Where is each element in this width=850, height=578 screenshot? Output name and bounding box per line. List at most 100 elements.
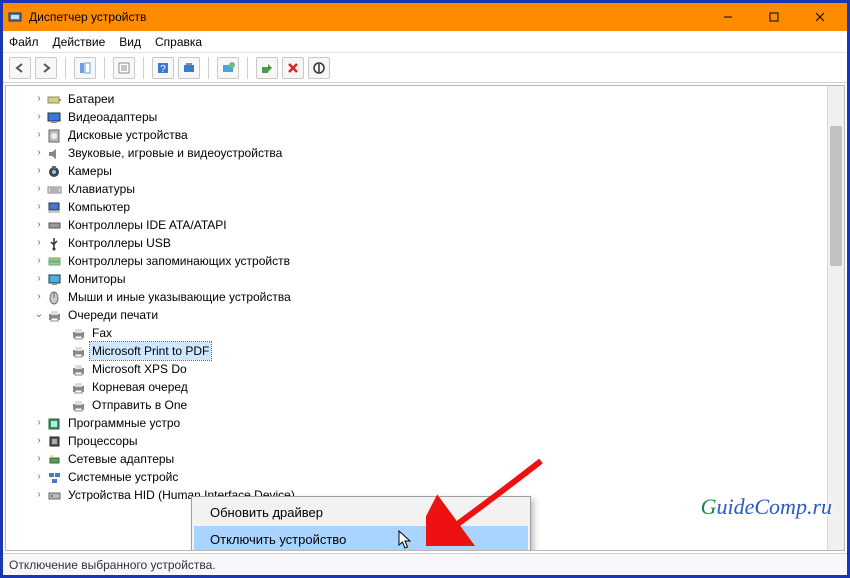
menu-view[interactable]: Вид <box>119 35 141 49</box>
expand-icon[interactable]: › <box>32 144 46 162</box>
tree-node-label: Клавиатуры <box>66 180 137 198</box>
tree-node[interactable]: › Контроллеры запоминающих устройств <box>6 252 827 270</box>
tree-node[interactable]: ›Дисковые устройства <box>6 126 827 144</box>
menu-file[interactable]: Файл <box>9 35 39 49</box>
svg-text:?: ? <box>160 64 166 75</box>
expand-icon[interactable]: › <box>32 216 46 234</box>
enable-button[interactable] <box>256 57 278 79</box>
tree-child-node[interactable]: Корневая очеред <box>6 378 827 396</box>
disable-button[interactable] <box>308 57 330 79</box>
tree-node-label: Мониторы <box>66 270 127 288</box>
titlebar[interactable]: Диспетчер устройств <box>3 3 847 31</box>
expand-icon[interactable]: › <box>32 108 46 126</box>
device-category-icon <box>46 145 62 161</box>
expand-icon[interactable]: › <box>32 198 46 216</box>
tree-node-label: Сетевые адаптеры <box>66 450 176 468</box>
ctx-update-driver[interactable]: Обновить драйвер <box>194 499 528 526</box>
device-tree[interactable]: ›Батареи›Видеоадаптеры›Дисковые устройст… <box>6 86 827 550</box>
collapse-icon[interactable]: ⌄ <box>32 306 46 324</box>
device-category-icon <box>46 91 62 107</box>
device-category-icon <box>46 163 62 179</box>
back-button[interactable] <box>9 57 31 79</box>
expand-icon[interactable]: › <box>32 162 46 180</box>
tree-node[interactable]: ›Камеры <box>6 162 827 180</box>
tree-child-node[interactable]: Fax <box>6 324 827 342</box>
expand-icon[interactable]: › <box>32 126 46 144</box>
update-driver-button[interactable] <box>217 57 239 79</box>
tree-node[interactable]: ›Видеоадаптеры <box>6 108 827 126</box>
show-hide-tree-button[interactable] <box>74 57 96 79</box>
uninstall-button[interactable] <box>282 57 304 79</box>
scrollbar-thumb[interactable] <box>830 126 842 266</box>
printer-icon <box>70 379 86 395</box>
tree-node[interactable]: ›Батареи <box>6 90 827 108</box>
scan-hardware-button[interactable] <box>178 57 200 79</box>
tree-node[interactable]: › Мониторы <box>6 270 827 288</box>
tree-node[interactable]: ⌄ Очереди печати <box>6 306 827 324</box>
tree-child-node[interactable]: Отправить в One <box>6 396 827 414</box>
close-button[interactable] <box>797 3 843 31</box>
tree-node-label: Microsoft XPS Do <box>90 360 189 378</box>
expand-icon[interactable]: › <box>32 432 46 450</box>
tree-node-label: Контроллеры запоминающих устройств <box>66 252 292 270</box>
device-category-icon <box>46 181 62 197</box>
expand-icon[interactable]: › <box>32 288 46 306</box>
tree-child-node[interactable]: Microsoft Print to PDF <box>6 342 827 360</box>
forward-button[interactable] <box>35 57 57 79</box>
expand-icon[interactable]: › <box>32 450 46 468</box>
expand-icon[interactable]: › <box>32 252 46 270</box>
tree-node[interactable]: › Мыши и иные указывающие устройства <box>6 288 827 306</box>
toolbar-separator <box>65 57 66 79</box>
expand-icon[interactable]: › <box>32 234 46 252</box>
expand-icon[interactable]: › <box>32 468 46 486</box>
vertical-scrollbar[interactable] <box>827 86 844 550</box>
device-category-icon <box>46 289 62 305</box>
tree-node[interactable]: ›Контроллеры IDE ATA/ATAPI <box>6 216 827 234</box>
expand-icon[interactable]: › <box>32 414 46 432</box>
menu-help[interactable]: Справка <box>155 35 202 49</box>
toolbar-separator <box>247 57 248 79</box>
device-category-icon <box>46 307 62 323</box>
device-category-icon <box>46 217 62 233</box>
tree-node-label: Очереди печати <box>66 306 160 324</box>
tree-node[interactable]: ›Программные устро <box>6 414 827 432</box>
content-pane: ›Батареи›Видеоадаптеры›Дисковые устройст… <box>5 85 845 551</box>
tree-node[interactable]: › Звуковые, игровые и видеоустройства <box>6 144 827 162</box>
statusbar: Отключение выбранного устройства. <box>3 553 847 575</box>
tree-child-node[interactable]: Microsoft XPS Do <box>6 360 827 378</box>
ctx-disable-device[interactable]: Отключить устройство <box>194 526 528 551</box>
help-button[interactable]: ? <box>152 57 174 79</box>
tree-node[interactable]: › Клавиатуры <box>6 180 827 198</box>
tree-node[interactable]: › Процессоры <box>6 432 827 450</box>
menu-action[interactable]: Действие <box>53 35 106 49</box>
tree-node-label: Системные устройс <box>66 468 180 486</box>
tree-node-label: Звуковые, игровые и видеоустройства <box>66 144 284 162</box>
tree-node-label: Процессоры <box>66 432 140 450</box>
device-category-icon <box>46 433 62 449</box>
printer-icon <box>70 325 86 341</box>
expand-icon[interactable]: › <box>32 270 46 288</box>
tree-node-label: Microsoft Print to PDF <box>90 342 211 360</box>
maximize-button[interactable] <box>751 3 797 31</box>
tree-node[interactable]: › Сетевые адаптеры <box>6 450 827 468</box>
expand-icon[interactable]: › <box>32 90 46 108</box>
status-text: Отключение выбранного устройства. <box>9 558 216 572</box>
device-category-icon <box>46 415 62 431</box>
toolbar-separator <box>208 57 209 79</box>
tree-node[interactable]: › Контроллеры USB <box>6 234 827 252</box>
device-category-icon <box>46 199 62 215</box>
expand-icon[interactable]: › <box>32 486 46 504</box>
minimize-button[interactable] <box>705 3 751 31</box>
expand-icon[interactable]: › <box>32 180 46 198</box>
printer-icon <box>70 343 86 359</box>
tree-node[interactable]: ›Компьютер <box>6 198 827 216</box>
properties-button[interactable] <box>113 57 135 79</box>
device-category-icon <box>46 127 62 143</box>
tree-node-label: Fax <box>90 324 114 342</box>
device-manager-window: Диспетчер устройств Файл Действие Вид Сп… <box>3 3 847 575</box>
tree-node[interactable]: › Системные устройс <box>6 468 827 486</box>
tree-node-label: Контроллеры USB <box>66 234 173 252</box>
tree-node-label: Мыши и иные указывающие устройства <box>66 288 293 306</box>
device-category-icon <box>46 487 62 503</box>
device-category-icon <box>46 451 62 467</box>
